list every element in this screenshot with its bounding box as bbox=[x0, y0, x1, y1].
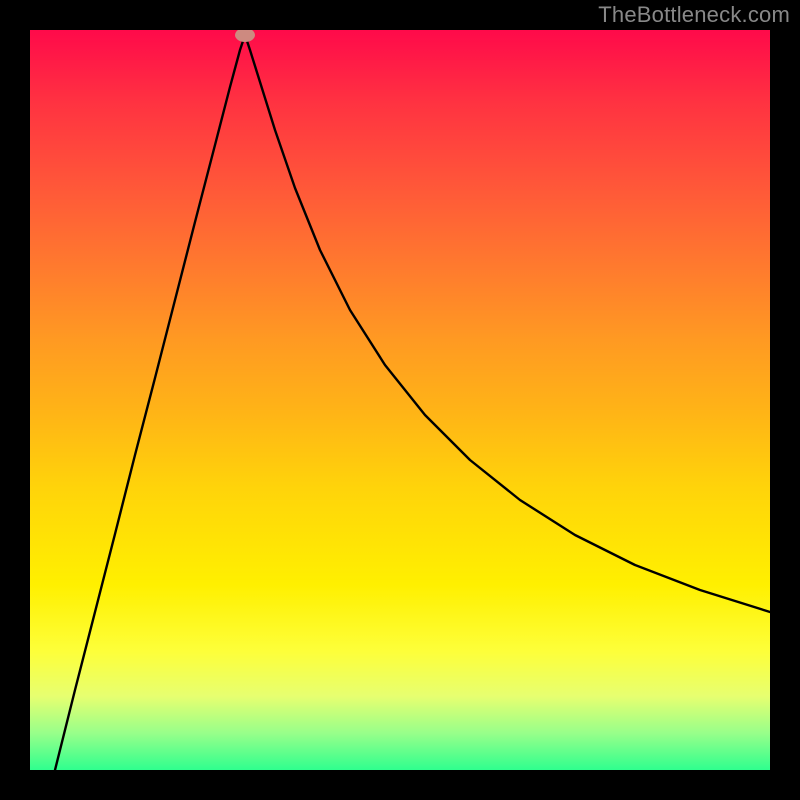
plot-area bbox=[30, 30, 770, 770]
watermark-text: TheBottleneck.com bbox=[598, 2, 790, 28]
optimum-marker-icon bbox=[235, 30, 255, 42]
chart-frame: TheBottleneck.com bbox=[0, 0, 800, 800]
curve-layer bbox=[30, 30, 770, 770]
bottleneck-curve bbox=[55, 35, 770, 770]
